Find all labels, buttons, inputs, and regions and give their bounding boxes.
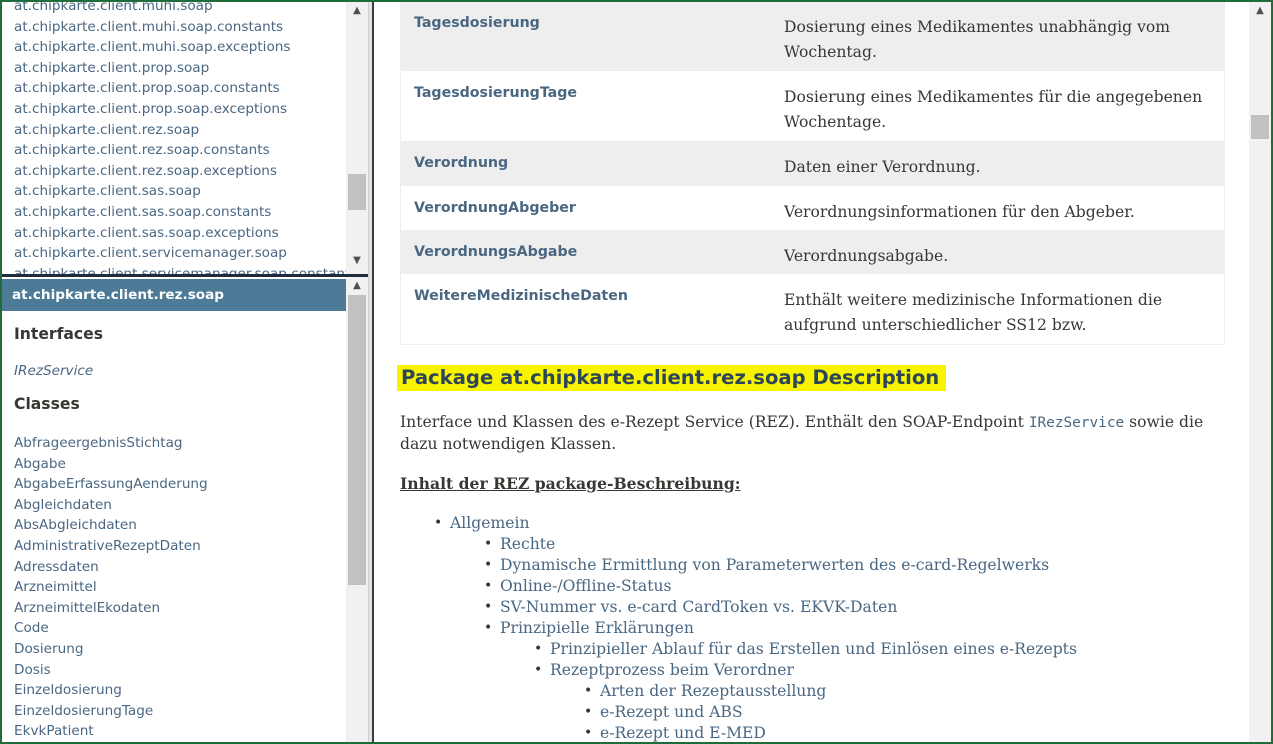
class-description: Dosierung eines Medikamentes für die ang… [784, 88, 1203, 131]
class-link[interactable]: AbsAbgleichdaten [14, 515, 208, 536]
package-list-frame: at.chipkarte.client.muhi.soap at.chipkart… [2, 2, 368, 274]
toc-link[interactable]: Rechte [484, 534, 1240, 555]
class-link[interactable]: AbfrageergebnisStichtag [14, 433, 208, 454]
toc-link[interactable]: Prinzipieller Ablauf für das Erstellen u… [534, 639, 1240, 660]
package-description-title: Package at.chipkarte.client.rez.soap Des… [397, 365, 947, 391]
class-link[interactable]: Abgabe [14, 454, 208, 475]
toc-link[interactable]: Prinzipielle Erklärungen [484, 618, 1240, 639]
class-name-link[interactable]: Verordnung [401, 141, 771, 186]
main-scroll-thumb[interactable] [1251, 115, 1269, 139]
class-description: Verordnungsinformationen für den Abgeber… [784, 203, 1135, 221]
class-description: Daten einer Verordnung. [784, 158, 981, 176]
chevron-up-icon[interactable]: ▲ [1249, 2, 1271, 19]
class-link[interactable]: ArzneimittelEkodaten [14, 598, 208, 619]
class-link[interactable]: Dosis [14, 660, 208, 681]
toc-link[interactable]: e-Rezept und ABS [584, 702, 1240, 723]
main-content-scrollbar[interactable]: ▲ [1249, 2, 1271, 742]
package-link[interactable]: at.chipkarte.client.servicemanager.soap.… [14, 264, 357, 274]
class-name-link[interactable]: WeitereMedizinischeDaten [401, 274, 771, 344]
package-link[interactable]: at.chipkarte.client.servicemanager.soap [14, 243, 344, 264]
class-link[interactable]: EkvkPatient [14, 721, 208, 742]
package-link[interactable]: at.chipkarte.client.rez.soap [14, 120, 344, 141]
interface-link-irezservice[interactable]: IRezService [14, 363, 93, 379]
class-list-scrollbar[interactable]: ▲ [346, 277, 368, 744]
class-link[interactable]: Dosierung [14, 639, 208, 660]
class-list-scroll-thumb[interactable] [348, 295, 366, 585]
contents-heading: Inhalt der REZ package-Beschreibung: [400, 474, 741, 493]
classes-title: Classes [14, 395, 80, 413]
chevron-up-icon[interactable]: ▲ [346, 2, 368, 19]
toc-link[interactable]: SV-Nummer vs. e-card CardToken vs. EKVK-… [484, 597, 1240, 618]
class-link[interactable]: AdministrativeRezeptDaten [14, 536, 208, 557]
toc-link[interactable]: e-Rezept und E-MED [584, 723, 1240, 744]
package-list-scroll-thumb[interactable] [348, 174, 366, 210]
package-list-scrollbar[interactable]: ▲ ▼ [346, 2, 368, 274]
class-list-frame: at.chipkarte.client.rez.soap Interfaces … [2, 277, 368, 744]
interfaces-title: Interfaces [14, 325, 104, 343]
description-text-start: Interface und Klassen des e-Rezept Servi… [400, 413, 1029, 431]
toc-link[interactable]: Allgemein [434, 513, 1240, 534]
package-list: at.chipkarte.client.muhi.soap at.chipkart… [14, 2, 357, 274]
table-row: Tagesdosierung Dosierung eines Medikament… [401, 2, 1224, 71]
class-name-link[interactable]: VerordnungsAbgabe [401, 230, 771, 274]
table-row: WeitereMedizinischeDaten Enthält weitere … [401, 274, 1224, 344]
class-link[interactable]: Arzneimittel [14, 577, 208, 598]
class-list: AbfrageergebnisStichtag Abgabe AbgabeErfas… [14, 433, 208, 742]
package-link[interactable]: at.chipkarte.client.muhi.soap.exceptions [14, 37, 344, 58]
class-description: Verordnungsabgabe. [784, 247, 949, 265]
class-link[interactable]: Code [14, 618, 208, 639]
class-name-link[interactable]: TagesdosierungTage [401, 71, 771, 141]
class-link[interactable]: Adressdaten [14, 557, 208, 578]
chevron-down-icon[interactable]: ▼ [346, 252, 368, 269]
class-link[interactable]: AbgabeErfassungAenderung [14, 474, 208, 495]
table-row: TagesdosierungTage Dosierung eines Medika… [401, 71, 1224, 141]
package-link[interactable]: at.chipkarte.client.muhi.soap.constants [14, 17, 344, 38]
package-link[interactable]: at.chipkarte.client.prop.soap [14, 58, 344, 79]
class-description: Dosierung eines Medikamentes unabhängig … [784, 18, 1171, 61]
class-name-link[interactable]: Tagesdosierung [401, 2, 771, 71]
package-link[interactable]: at.chipkarte.client.rez.soap.constants [14, 140, 344, 161]
toc-link[interactable]: Arten der Rezeptausstellung [584, 681, 1240, 702]
table-row: VerordnungsAbgabe Verordnungsabgabe. [401, 230, 1224, 274]
toc-link[interactable]: Online-/Offline-Status [484, 576, 1240, 597]
chevron-up-icon[interactable]: ▲ [346, 277, 368, 294]
package-link[interactable]: at.chipkarte.client.sas.soap.constants [14, 202, 344, 223]
main-content-frame: Tagesdosierung Dosierung eines Medikament… [375, 2, 1249, 744]
package-link[interactable]: at.chipkarte.client.sas.soap.exceptions [14, 223, 344, 244]
toc-link[interactable]: Dynamische Ermittlung von Parameterwerte… [484, 555, 1240, 576]
table-row: Verordnung Daten einer Verordnung. [401, 141, 1224, 186]
class-name-link[interactable]: VerordnungAbgeber [401, 186, 771, 230]
class-link[interactable]: Abgleichdaten [14, 495, 208, 516]
frame-divider-vertical[interactable] [368, 2, 374, 744]
class-link[interactable]: Einzeldosierung [14, 680, 208, 701]
class-summary-table: Tagesdosierung Dosierung eines Medikament… [400, 2, 1225, 345]
package-link[interactable]: at.chipkarte.client.sas.soap [14, 181, 344, 202]
class-link[interactable]: EinzeldosierungTage [14, 701, 208, 722]
package-link[interactable]: at.chipkarte.client.rez.soap.exceptions [14, 161, 344, 182]
package-description-text: Interface und Klassen des e-Rezept Servi… [400, 412, 1220, 455]
package-header: at.chipkarte.client.rez.soap [2, 279, 346, 311]
table-row: VerordnungAbgeber Verordnungsinformatione… [401, 186, 1224, 230]
endpoint-code: IRezService [1028, 415, 1125, 431]
class-description: Enthält weitere medizinische Information… [784, 291, 1163, 334]
toc-link[interactable]: Rezeptprozess beim Verordner [534, 660, 1240, 681]
package-link[interactable]: at.chipkarte.client.muhi.soap [14, 2, 344, 17]
table-of-contents: AllgemeinRechteDynamische Ermittlung von… [400, 513, 1240, 744]
package-link[interactable]: at.chipkarte.client.prop.soap.exceptions [14, 99, 344, 120]
package-link[interactable]: at.chipkarte.client.prop.soap.constants [14, 78, 344, 99]
